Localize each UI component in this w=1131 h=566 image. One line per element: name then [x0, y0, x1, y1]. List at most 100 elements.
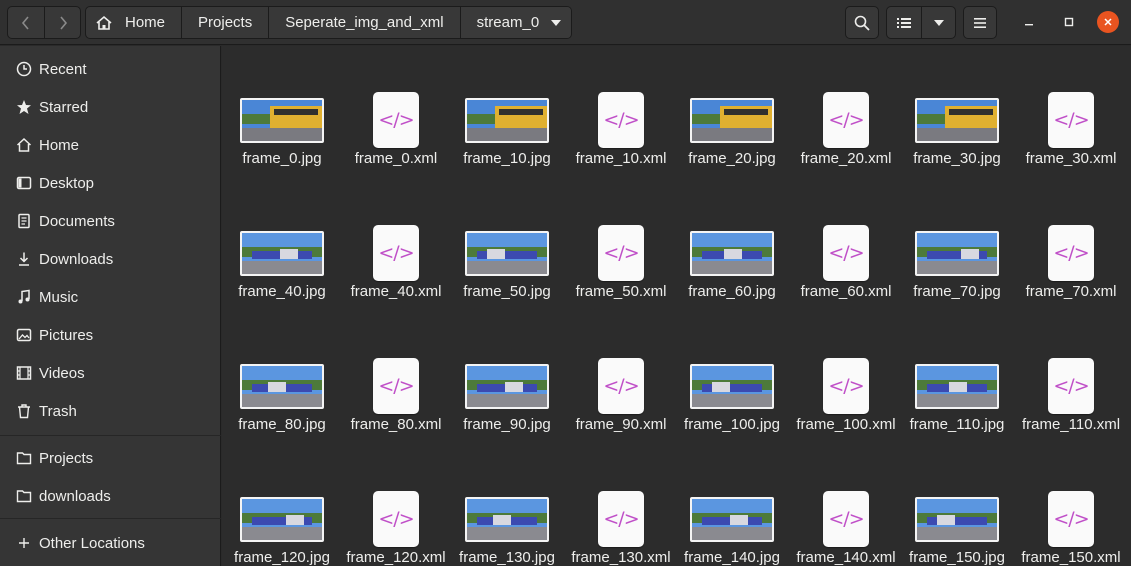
code-glyph: </>: [1053, 109, 1089, 131]
file-item[interactable]: </> frame_60.xml: [796, 223, 896, 301]
file-item[interactable]: frame_50.jpg: [457, 223, 557, 301]
file-name: frame_60.xml: [800, 283, 892, 300]
forward-button[interactable]: [44, 7, 80, 38]
file-item[interactable]: frame_80.jpg: [232, 356, 332, 434]
back-button[interactable]: [8, 7, 44, 38]
file-item[interactable]: </> frame_30.xml: [1021, 90, 1121, 168]
maximize-icon: [1064, 17, 1074, 27]
image-thumbnail: [240, 97, 324, 143]
breadcrumb-current[interactable]: stream_0: [459, 7, 572, 38]
file-name: frame_120.jpg: [234, 549, 330, 566]
file-item[interactable]: </> frame_0.xml: [346, 90, 446, 168]
documents-icon: [15, 212, 33, 230]
code-glyph: </>: [378, 242, 414, 264]
sidebar-item-home[interactable]: Home: [0, 126, 221, 164]
file-item[interactable]: frame_70.jpg: [907, 223, 1007, 301]
file-item[interactable]: </> frame_70.xml: [1021, 223, 1121, 301]
sidebar-item-starred[interactable]: Starred: [0, 88, 221, 126]
image-thumbnail: [465, 230, 549, 276]
sidebar-item-recent[interactable]: Recent: [0, 50, 221, 88]
image-thumbnail: [915, 363, 999, 409]
pictures-icon: [15, 326, 33, 344]
file-item[interactable]: frame_110.jpg: [907, 356, 1007, 434]
file-item[interactable]: frame_10.jpg: [457, 90, 557, 168]
code-glyph: </>: [378, 508, 414, 530]
sidebar-item-documents[interactable]: Documents: [0, 202, 221, 240]
xml-file-icon: </>: [823, 225, 869, 281]
xml-file-icon: </>: [1048, 225, 1094, 281]
image-thumbnail: [690, 97, 774, 143]
file-name: frame_10.xml: [575, 150, 667, 167]
file-item[interactable]: frame_100.jpg: [682, 356, 782, 434]
code-glyph: </>: [603, 242, 639, 264]
close-button[interactable]: [1097, 11, 1119, 33]
main-menu-button[interactable]: [963, 6, 997, 39]
sidebar-separator: [0, 435, 221, 436]
file-item[interactable]: frame_130.jpg: [457, 489, 557, 566]
image-thumbnail: [240, 363, 324, 409]
xml-file-icon: </>: [823, 491, 869, 547]
file-name: frame_80.xml: [350, 416, 442, 433]
sidebar-item-downloads[interactable]: Downloads: [0, 240, 221, 278]
file-item[interactable]: frame_90.jpg: [457, 356, 557, 434]
list-view-button[interactable]: [887, 7, 921, 38]
sidebar-item-label: Downloads: [39, 250, 114, 268]
file-name: frame_80.jpg: [238, 416, 326, 433]
xml-file-icon: </>: [598, 358, 644, 414]
sidebar-item-desktop[interactable]: Desktop: [0, 164, 221, 202]
file-name: frame_140.xml: [796, 549, 896, 566]
code-glyph: </>: [378, 375, 414, 397]
sidebar-item-trash[interactable]: Trash: [0, 392, 221, 430]
star-icon: [15, 98, 33, 116]
file-item[interactable]: </> frame_90.xml: [571, 356, 671, 434]
file-item[interactable]: </> frame_150.xml: [1021, 489, 1121, 566]
sidebar-item-other-locations[interactable]: Other Locations: [0, 524, 221, 562]
file-item[interactable]: frame_140.jpg: [682, 489, 782, 566]
file-item[interactable]: </> frame_10.xml: [571, 90, 671, 168]
maximize-button[interactable]: [1058, 11, 1080, 33]
code-glyph: </>: [828, 375, 864, 397]
file-item[interactable]: frame_60.jpg: [682, 223, 782, 301]
folder-icon: [15, 449, 33, 467]
file-name: frame_150.jpg: [909, 549, 1005, 566]
file-item[interactable]: </> frame_20.xml: [796, 90, 896, 168]
history-nav: [7, 6, 81, 39]
sidebar-item-music[interactable]: Music: [0, 278, 221, 316]
sidebar-item-label: Recent: [39, 60, 87, 78]
image-thumbnail: [690, 363, 774, 409]
file-item[interactable]: </> frame_80.xml: [346, 356, 446, 434]
file-item[interactable]: frame_0.jpg: [232, 90, 332, 168]
file-name: frame_90.jpg: [463, 416, 551, 433]
home-icon: [15, 136, 33, 154]
minimize-button[interactable]: [1018, 11, 1040, 33]
sidebar-item-pictures[interactable]: Pictures: [0, 316, 221, 354]
breadcrumb-seperate[interactable]: Seperate_img_and_xml: [268, 7, 459, 38]
breadcrumb-home[interactable]: Home: [86, 7, 181, 38]
file-item[interactable]: </> frame_130.xml: [571, 489, 671, 566]
xml-file-icon: </>: [373, 491, 419, 547]
header-bar: Home Projects Seperate_img_and_xml strea…: [0, 0, 1131, 45]
xml-file-icon: </>: [823, 92, 869, 148]
file-item[interactable]: frame_120.jpg: [232, 489, 332, 566]
breadcrumb-projects[interactable]: Projects: [181, 7, 268, 38]
search-button[interactable]: [845, 6, 879, 39]
view-options-button[interactable]: [921, 7, 955, 38]
file-item[interactable]: </> frame_140.xml: [796, 489, 896, 566]
file-item[interactable]: </> frame_110.xml: [1021, 356, 1121, 434]
file-item[interactable]: frame_20.jpg: [682, 90, 782, 168]
file-item[interactable]: </> frame_50.xml: [571, 223, 671, 301]
file-name: frame_30.jpg: [913, 150, 1001, 167]
file-item[interactable]: </> frame_100.xml: [796, 356, 896, 434]
sidebar-item-projects[interactable]: Projects: [0, 439, 221, 477]
file-item[interactable]: frame_30.jpg: [907, 90, 1007, 168]
sidebar-item-videos[interactable]: Videos: [0, 354, 221, 392]
hamburger-icon: [974, 17, 986, 28]
file-item[interactable]: </> frame_40.xml: [346, 223, 446, 301]
xml-file-icon: </>: [373, 358, 419, 414]
image-thumbnail: [465, 363, 549, 409]
file-item[interactable]: frame_150.jpg: [907, 489, 1007, 566]
file-item[interactable]: frame_40.jpg: [232, 223, 332, 301]
file-item[interactable]: </> frame_120.xml: [346, 489, 446, 566]
sidebar-item-downloads-bookmark[interactable]: downloads: [0, 477, 221, 515]
sidebar-item-label: downloads: [39, 487, 111, 505]
